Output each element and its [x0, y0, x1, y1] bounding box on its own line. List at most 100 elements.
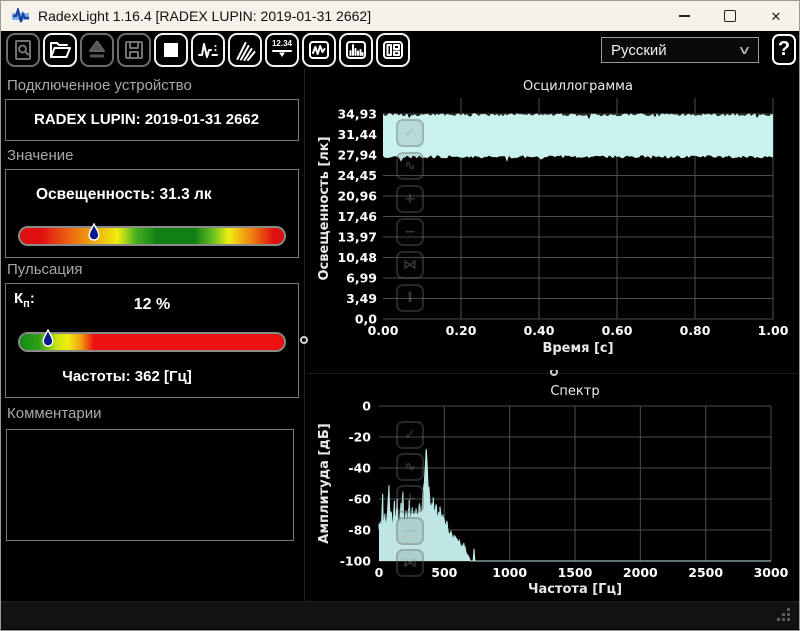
chart-zoom-in-button[interactable]: + — [396, 185, 424, 213]
layout-panels-icon — [383, 41, 403, 59]
svg-text:2000: 2000 — [623, 565, 658, 580]
oscillogram-plot[interactable]: 34,93 31,44 27,94 24,45 20,96 17,46 13,97 10,48… — [311, 76, 797, 370]
statusbar — [1, 601, 799, 629]
pulsation-marker-icon — [42, 329, 54, 347]
vertical-splitter[interactable] — [304, 69, 305, 601]
close-icon: ✕ — [770, 8, 782, 24]
chart-select-button[interactable]: ✓ — [396, 421, 424, 449]
chart-zoom-out-button[interactable]: − — [396, 517, 424, 545]
svg-text:27,94: 27,94 — [337, 148, 377, 163]
svg-text:3,49: 3,49 — [346, 291, 377, 306]
svg-text:20,96: 20,96 — [337, 189, 377, 204]
device-box: RADEX LUPIN: 2019-01-31 2662 — [5, 99, 299, 141]
minimize-icon — [678, 15, 690, 17]
comments-textarea[interactable] — [6, 429, 294, 541]
illuminance-gradient — [20, 228, 284, 244]
svg-text:0: 0 — [362, 399, 371, 414]
comments-section-label: Комментарии — [7, 405, 102, 422]
toolbar: 12.34 Русский ∨ ? — [1, 31, 799, 69]
svg-text:1.00: 1.00 — [758, 323, 789, 338]
upload-from-device-button[interactable] — [80, 33, 114, 67]
chart-autoscale-button[interactable]: ∿ — [396, 152, 424, 180]
light-rays-icon — [236, 42, 256, 61]
pulsation-view-button[interactable] — [191, 33, 225, 67]
resize-grip-icon[interactable] — [787, 618, 790, 621]
svg-text:0.20: 0.20 — [446, 323, 477, 338]
rays-view-button[interactable] — [228, 33, 262, 67]
minimize-button[interactable] — [661, 1, 707, 31]
chart-vertical-scale-button[interactable]: Ⅰ — [396, 284, 424, 312]
numeric-display-view-button[interactable]: 12.34 — [265, 33, 299, 67]
pulsation-gradient — [20, 334, 284, 350]
stop-measurement-button[interactable] — [154, 33, 188, 67]
vertical-splitter-grip[interactable] — [300, 336, 308, 344]
spectrum-bars-icon — [346, 41, 366, 59]
help-button[interactable]: ? — [772, 34, 796, 65]
pulsation-box: Кп: 12 % Частоты: 362 [Гц] — [5, 283, 299, 398]
svg-text:24,45: 24,45 — [337, 168, 377, 183]
pulsation-scale — [18, 329, 286, 352]
eject-icon — [89, 40, 105, 58]
svg-text:3000: 3000 — [754, 565, 789, 580]
chart-fit-button[interactable]: ⋈ — [396, 549, 424, 577]
svg-text:2500: 2500 — [688, 565, 723, 580]
svg-text:Время [с]: Время [с] — [542, 341, 613, 356]
maximize-icon — [724, 10, 736, 22]
svg-text:6,99: 6,99 — [346, 271, 377, 286]
zoom-preview-button[interactable] — [6, 33, 40, 67]
chart-select-button[interactable]: ✓ — [396, 119, 424, 147]
svg-text:34,93: 34,93 — [337, 107, 377, 122]
numeric-display-icon — [272, 50, 292, 57]
save-file-button[interactable] — [117, 33, 151, 67]
oscillogram-icon — [309, 41, 329, 59]
app-icon — [12, 8, 29, 23]
chart-autoscale-button[interactable]: ∿ — [396, 453, 424, 481]
app-window: RadexLight 1.16.4 [RADEX LUPIN: 2019-01-… — [0, 0, 800, 631]
svg-text:10,48: 10,48 — [337, 250, 377, 265]
svg-text:Спектр: Спектр — [550, 384, 599, 399]
pulse-cursor-icon — [198, 43, 218, 58]
numeric-display-text: 12.34 — [271, 39, 293, 48]
value-box: Освещенность: 31.3 лк — [5, 169, 299, 258]
svg-text:0.80: 0.80 — [680, 323, 711, 338]
open-folder-icon — [50, 42, 71, 58]
layout-view-button[interactable] — [376, 33, 410, 67]
chart-fit-button[interactable]: ⋈ — [396, 251, 424, 279]
svg-text:500: 500 — [431, 565, 457, 580]
chart-zoom-in-button[interactable]: + — [396, 485, 424, 513]
spectrum-plot[interactable]: 0-20-40-60-80-1000 500 1000 1500 2000 2500 300… — [311, 379, 797, 601]
oscillogram-region: 34,93 31,44 27,94 24,45 20,96 17,46 13,97 10,48… — [311, 76, 797, 370]
window-controls: ✕ — [661, 1, 799, 31]
language-select[interactable]: Русский ∨ — [601, 37, 759, 63]
illuminance-scale — [18, 223, 286, 246]
illuminance-reading: Освещенность: 31.3 лк — [36, 186, 212, 203]
pulsation-section-label: Пульсация — [7, 261, 83, 278]
titlebar: RadexLight 1.16.4 [RADEX LUPIN: 2019-01-… — [1, 1, 799, 31]
value-section-label: Значение — [7, 147, 74, 164]
maximize-button[interactable] — [707, 1, 753, 31]
svg-text:1000: 1000 — [492, 565, 527, 580]
kp-value: 12 % — [133, 296, 171, 313]
window-title: RadexLight 1.16.4 [RADEX LUPIN: 2019-01-… — [38, 8, 372, 24]
language-value: Русский — [611, 41, 667, 59]
svg-text:Осциллограмма: Осциллограмма — [523, 79, 633, 94]
chart-zoom-out-button[interactable]: − — [396, 218, 424, 246]
svg-text:0: 0 — [375, 565, 384, 580]
svg-text:0.40: 0.40 — [524, 323, 555, 338]
svg-text:0.60: 0.60 — [602, 323, 633, 338]
svg-text:1500: 1500 — [558, 565, 593, 580]
svg-text:17,46: 17,46 — [337, 209, 377, 224]
svg-text:Освещенность [лк]: Освещенность [лк] — [317, 136, 332, 280]
svg-text:31,44: 31,44 — [337, 127, 377, 142]
open-file-button[interactable] — [43, 33, 77, 67]
svg-text:Амплитуда [дБ]: Амплитуда [дБ] — [317, 423, 332, 543]
zoom-document-icon — [15, 40, 31, 60]
spectrum-view-button[interactable] — [339, 33, 373, 67]
oscillogram-view-button[interactable] — [302, 33, 336, 67]
svg-text:-100: -100 — [340, 554, 372, 569]
chevron-down-icon: ∨ — [737, 43, 752, 57]
svg-text:-60: -60 — [348, 492, 371, 507]
save-floppy-icon — [125, 41, 143, 59]
svg-text:-40: -40 — [348, 461, 371, 476]
close-button[interactable]: ✕ — [753, 1, 799, 31]
